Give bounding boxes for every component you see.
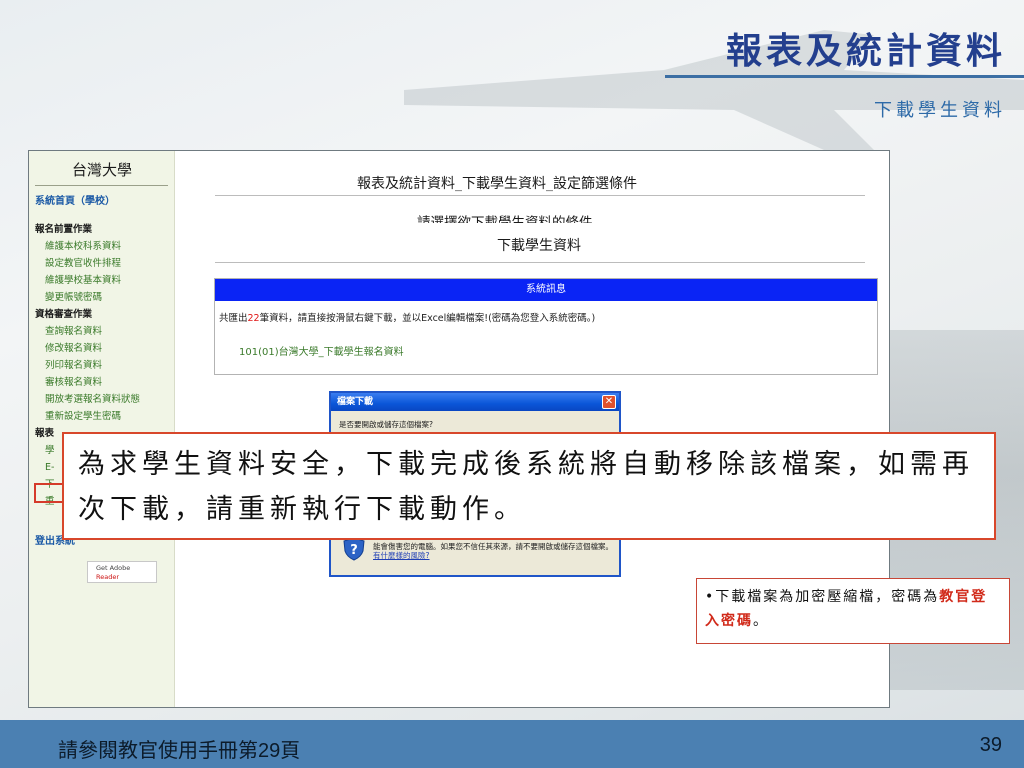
filter-instruction: 請選擇欲下載學生資料的條件 [417,215,593,223]
dialog-close-button[interactable]: ✕ [602,395,616,409]
sidebar-menu-item[interactable]: 審核報名資料 [35,374,173,391]
dialog-warning: 能會傷害您的電腦。如果您不信任其來源，請不要開啟或儲存這個檔案。有什麼樣的風險? [373,542,613,560]
password-note: •下載檔案為加密壓縮檔，密碼為教官登入密碼。 [696,578,1010,644]
page-title: 報表及統計資料_下載學生資料_設定篩選條件 [357,176,637,192]
system-message-bar: 系統訊息 [215,279,877,301]
title-divider [665,75,1024,78]
sidebar-menu-item[interactable]: 開放考選報名資料狀態 [35,391,173,408]
sidebar-menu-item[interactable]: 維護學校基本資料 [35,272,173,289]
sidebar-menu-item[interactable]: 設定教官收件排程 [35,255,173,272]
slide-title: 報表及統計資料 [725,30,1006,72]
dialog-risk-link[interactable]: 有什麼樣的風險? [373,551,429,560]
note-bullet: • [705,589,716,605]
title-rule [215,195,865,196]
slide-subtitle: 下載學生資料 [874,100,1006,121]
sidebar-menu-item[interactable]: 列印報名資料 [35,357,173,374]
sidebar-menu-item[interactable]: 查詢報名資料 [35,323,173,340]
page-number: 39 [979,734,1002,756]
adobe-reader-badge[interactable]: Get Adobe Reader [87,561,157,583]
system-message-box: 系統訊息 共匯出22筆資料，請直接按滑鼠右鍵下載，並以Excel編輯檔案!(密碼… [214,278,878,375]
security-callout: 為求學生資料安全，下載完成後系統將自動移除該檔案，如需再次下載，請重新執行下載動… [62,432,996,540]
sidebar-menu-item[interactable]: 維護本校科系資料 [35,238,173,255]
sidebar-menu-item[interactable]: 修改報名資料 [35,340,173,357]
sidebar-menu-item[interactable]: 變更帳號密碼 [35,289,173,306]
export-count: 22 [247,313,260,324]
sidebar-school-name: 台灣大學 [71,161,132,179]
footer-reference: 請參閱教官使用手冊第29頁 [58,740,301,762]
download-file-link[interactable]: 101(01)台灣大學_下載學生報名資料 [239,343,404,358]
sidebar: 台灣大學 系統首頁（學校） 報名前置作業維護本校科系資料 設定教官收件排程 維護學校… [29,151,175,707]
note-text: 下載檔案為加密壓縮檔，密碼為 [715,589,940,605]
adobe-reader-text: Reader [96,573,120,581]
dialog-warning-text: 能會傷害您的電腦。如果您不信任其來源，請不要開啟或儲存這個檔案。 [373,542,613,551]
export-summary: 共匯出22筆資料，請直接按滑鼠右鍵下載，並以Excel編輯檔案!(密碼為您登入系… [219,310,595,324]
export-prefix: 共匯出 [219,313,248,324]
shield-question-icon: ? [343,537,365,561]
export-suffix: 筆資料，請直接按滑鼠右鍵下載，並以Excel編輯檔案!(密碼為您登入系統密碼。) [259,313,596,324]
sidebar-divider [35,185,168,186]
sidebar-section-heading: 資格審查作業 [35,309,93,320]
dialog-titlebar: 檔案下載 [331,393,619,411]
sidebar-highlight-box [34,483,64,503]
svg-text:?: ? [350,543,358,558]
dialog-question: 是否要開啟或儲存這個檔案? [339,420,433,429]
section-rule [215,262,865,263]
sidebar-home-link[interactable]: 系統首頁（學校） [35,192,115,207]
sidebar-menu-item[interactable]: 重新設定學生密碼 [35,408,173,425]
section-heading: 下載學生資料 [497,238,581,254]
adobe-get-text: Get Adobe [96,564,131,572]
note-text-end: 。 [753,613,769,629]
sidebar-section-heading: 報名前置作業 [35,224,93,235]
